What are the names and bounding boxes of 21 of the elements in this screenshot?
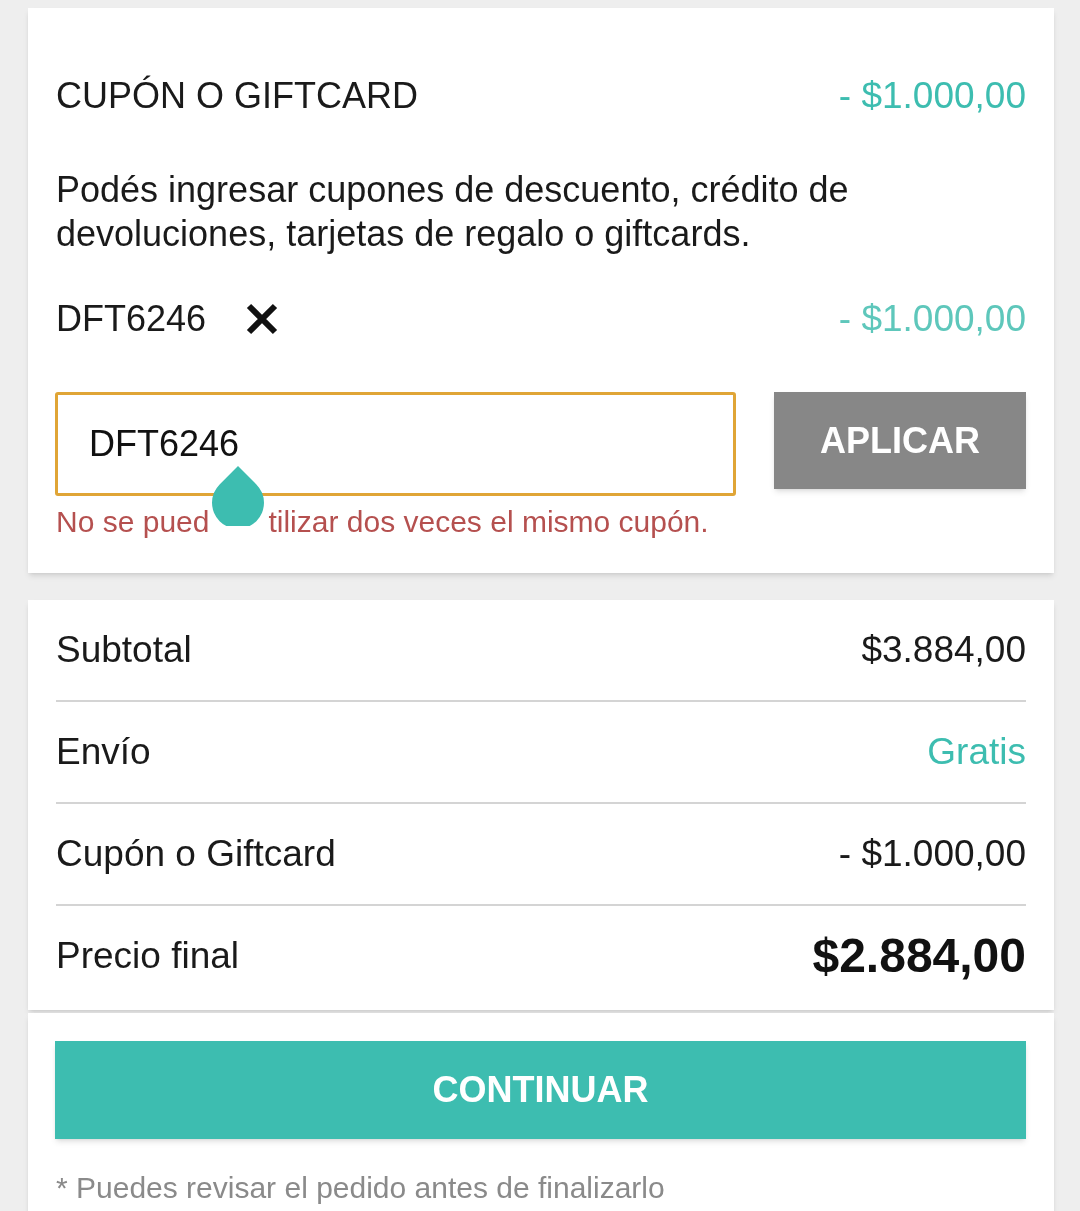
summary-label: Subtotal (56, 628, 192, 673)
applied-coupon-code: DFT6246 (56, 297, 207, 341)
text-cursor-handle-icon[interactable] (212, 466, 264, 526)
summary-value: $2.884,00 (812, 928, 1026, 984)
review-note: * Puedes revisar el pedido antes de finalizarlo (56, 1170, 666, 1206)
summary-label: Envío (56, 730, 151, 775)
summary-value: Gratis (927, 730, 1026, 775)
continue-button[interactable]: CONTINUAR (55, 1041, 1026, 1139)
applied-coupon-amount: - $1.000,00 (838, 297, 1026, 341)
summary-label: Cupón o Giftcard (56, 832, 336, 877)
error-message: tilizar dos veces el mismo cupón. (268, 504, 709, 540)
coupon-description: Podés ingresar cupones de descuento, crédito de devoluciones, tarjetas de regalo o giftcards. (56, 168, 850, 256)
summary-label: Precio final (56, 934, 240, 979)
error-message: No se pued (56, 504, 210, 540)
discount-total: - $1.000,00 (838, 74, 1026, 118)
summary-value: - $1.000,00 (838, 832, 1026, 877)
coupon-input-field[interactable]: DFT6246 (55, 392, 736, 496)
apply-button[interactable]: APLICAR (774, 392, 1026, 489)
coupon-title: CUPÓN O GIFTCARD (56, 74, 418, 118)
close-icon (245, 302, 280, 336)
summary-value: $3.884,00 (861, 628, 1026, 673)
